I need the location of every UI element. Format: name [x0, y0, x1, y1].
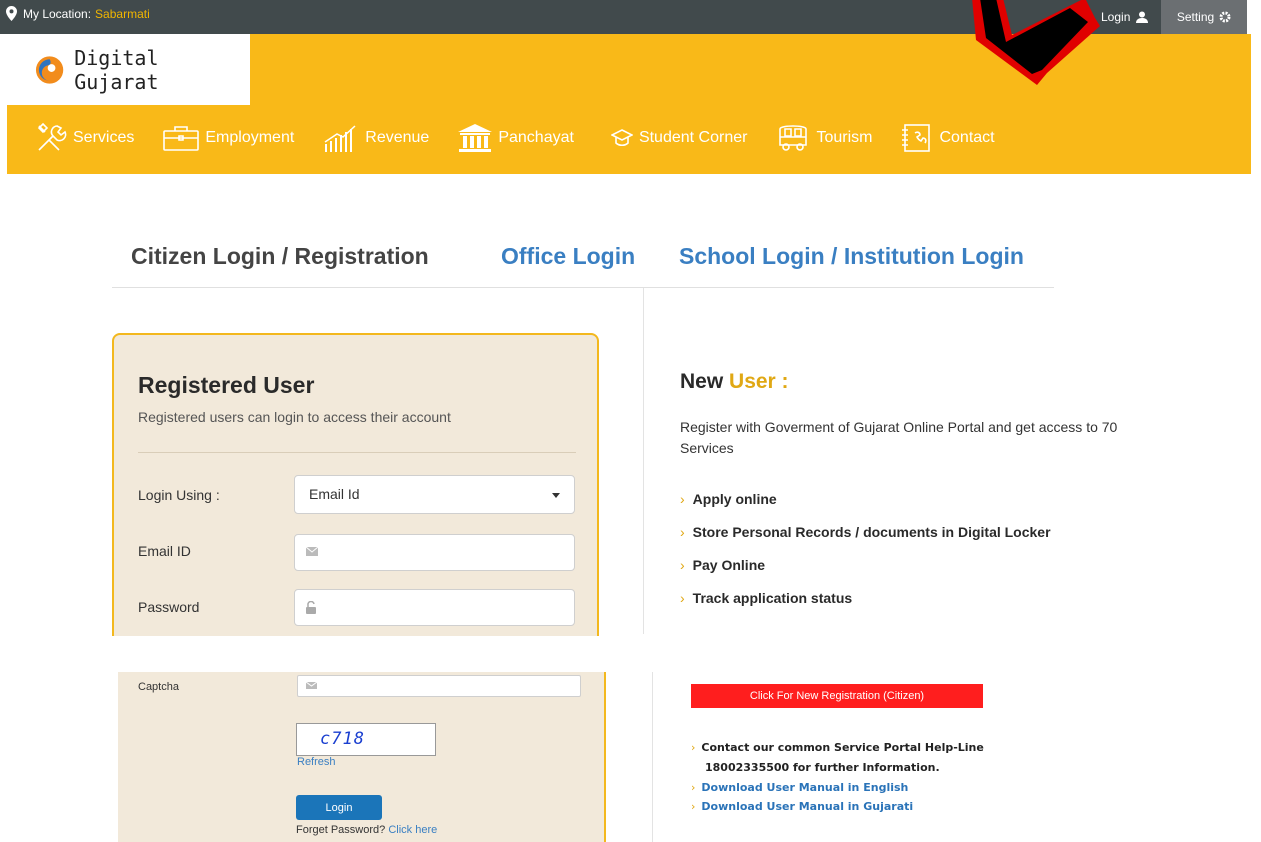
feature-label: Store Personal Records / documents in Di… [692, 524, 1051, 540]
annotation-arrow-icon [972, 0, 1100, 85]
setting-label: Setting [1176, 10, 1215, 24]
download-manual-gujarati-link[interactable]: › Download User Manual in Gujarati [691, 800, 913, 813]
divider [643, 288, 644, 634]
new-registration-button[interactable]: Click For New Registration (Citizen) [691, 684, 983, 708]
nav-item-employment[interactable]: Employment [163, 125, 294, 151]
gear-icon [1219, 11, 1231, 23]
chevron-right-icon: › [680, 557, 685, 573]
digital-gujarat-logo-icon [35, 55, 64, 84]
envelope-icon [306, 547, 318, 556]
nav-item-student-corner[interactable]: Student Corner [610, 128, 748, 148]
chevron-right-icon: › [680, 491, 685, 507]
location-label: My Location: [23, 6, 92, 21]
refresh-captcha-link[interactable]: Refresh [297, 756, 336, 768]
login-using-select[interactable]: Email Id [294, 475, 575, 514]
nav-item-revenue[interactable]: Revenue [323, 124, 429, 152]
registered-user-title: Registered User [138, 372, 315, 398]
download-manual-english-link[interactable]: › Download User Manual in English [691, 781, 908, 794]
chevron-right-icon: › [691, 741, 696, 754]
main-nav: Services Employment Revenue Panchayat St… [35, 120, 1024, 156]
manual-english-label: Download User Manual in English [701, 781, 909, 794]
location-indicator[interactable]: My Location: Sabarmati [6, 6, 150, 21]
feature-item: › Apply online [680, 491, 777, 507]
new-user-title-highlight: User : [729, 370, 789, 393]
tools-icon [37, 122, 67, 151]
new-user-title: New User : [680, 370, 789, 394]
manual-gujarati-label: Download User Manual in Gujarati [701, 800, 914, 813]
captcha-image: c718 [296, 723, 436, 756]
registered-user-card: Registered User Registered users can log… [112, 333, 599, 636]
tab-school-login[interactable]: School Login / Institution Login [679, 243, 1024, 270]
email-label: Email ID [138, 543, 191, 559]
password-label: Password [138, 599, 200, 615]
location-value: Sabarmati [95, 6, 150, 21]
new-user-title-prefix: New [680, 370, 724, 393]
divider [138, 452, 576, 453]
nav-item-services[interactable]: Services [35, 122, 134, 154]
briefcase-icon [163, 126, 200, 151]
forget-password: Forget Password? Click here [296, 824, 437, 836]
unlock-icon [306, 601, 316, 614]
chevron-down-icon [552, 493, 560, 498]
tab-office-login[interactable]: Office Login [501, 243, 635, 270]
nav-label: Panchayat [498, 129, 574, 146]
login-tabs: Citizen Login / Registration Office Logi… [112, 240, 1054, 288]
captcha-label: Captcha [138, 681, 179, 693]
nav-label: Services [73, 129, 135, 146]
nav-label: Revenue [365, 129, 430, 146]
chevron-right-icon: › [691, 800, 696, 813]
feature-label: Apply online [692, 491, 777, 507]
nav-label: Employment [205, 129, 295, 146]
password-field[interactable] [294, 589, 575, 626]
right-edge [1247, 0, 1261, 34]
helpline-info: › Contact our common Service Portal Help-… [691, 741, 984, 754]
feature-item: › Store Personal Records / documents in … [680, 524, 1051, 540]
chevron-right-icon: › [680, 524, 685, 540]
registered-user-card-continued: Captcha c718 Refresh Login Forget Passwo… [118, 672, 606, 842]
chevron-right-icon: › [691, 781, 696, 794]
feature-label: Track application status [692, 590, 853, 606]
building-icon [458, 124, 493, 152]
login-using-value: Email Id [309, 486, 360, 502]
nav-item-contact[interactable]: Contact [901, 123, 995, 153]
registered-user-subtitle: Registered users can login to access the… [138, 409, 451, 425]
nav-label: Contact [939, 129, 995, 146]
forget-password-link[interactable]: Click here [388, 824, 437, 836]
tab-citizen-login[interactable]: Citizen Login / Registration [131, 243, 429, 270]
user-icon [1136, 11, 1149, 23]
helpline-number: 18002335500 for further Information. [705, 761, 940, 774]
login-button[interactable]: Login [296, 795, 382, 820]
nav-item-panchayat[interactable]: Panchayat [458, 124, 574, 152]
chevron-right-icon: › [680, 590, 685, 606]
nav-label: Tourism [816, 129, 873, 146]
email-field[interactable] [294, 534, 575, 571]
bus-icon [779, 125, 808, 151]
feature-item: › Pay Online [680, 557, 765, 573]
nav-label: Student Corner [638, 129, 748, 146]
logo[interactable]: Digital Gujarat [7, 34, 250, 105]
new-user-description: Register with Goverment of Gujarat Onlin… [680, 419, 1118, 456]
forget-password-text: Forget Password? [296, 824, 386, 836]
envelope-icon [306, 682, 317, 689]
map-pin-icon [6, 6, 17, 21]
contact-book-icon [902, 124, 931, 152]
divider [652, 672, 653, 842]
graduation-cap-icon [610, 129, 633, 147]
feature-label: Pay Online [692, 557, 766, 573]
setting-button[interactable]: Setting [1161, 0, 1247, 34]
page: { "topbar": { "location_label": "My Loca… [0, 0, 1261, 842]
brand-name: Digital Gujarat [74, 45, 159, 94]
login-using-label: Login Using : [138, 487, 220, 503]
helpline-line1: Contact our common Service Portal Help-L… [701, 741, 984, 754]
captcha-input[interactable] [297, 675, 581, 697]
feature-item: › Track application status [680, 590, 852, 606]
nav-item-tourism[interactable]: Tourism [776, 123, 872, 153]
chart-icon [324, 125, 356, 152]
